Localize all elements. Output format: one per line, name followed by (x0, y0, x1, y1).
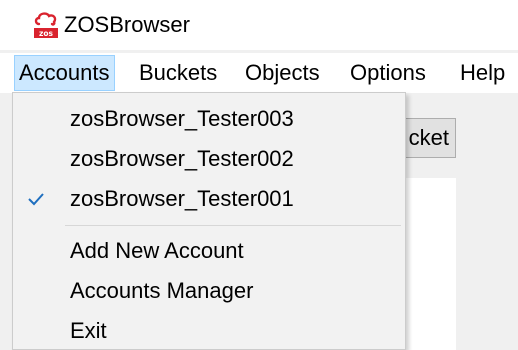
menu-help[interactable]: Help (456, 55, 509, 91)
exit-item[interactable]: Exit (13, 311, 405, 350)
window-title: ZOSBrowser (64, 12, 190, 37)
menu-objects[interactable]: Objects (241, 55, 324, 91)
menu-item-label: Exit (70, 318, 107, 343)
accounts-manager-item[interactable]: Accounts Manager (13, 271, 405, 311)
menu-item-label: Accounts Manager (70, 278, 254, 303)
accounts-dropdown: zosBrowser_Tester003 zosBrowser_Tester00… (12, 92, 406, 350)
account-item-tester001[interactable]: zosBrowser_Tester001 (13, 179, 405, 219)
zos-logo-icon: zos (34, 12, 58, 38)
checkmark-icon (28, 193, 44, 206)
account-item-tester003[interactable]: zosBrowser_Tester003 (13, 99, 405, 139)
account-label: zosBrowser_Tester003 (70, 106, 294, 131)
menu-buckets[interactable]: Buckets (135, 55, 221, 91)
account-item-tester002[interactable]: zosBrowser_Tester002 (13, 139, 405, 179)
menu-accounts[interactable]: Accounts (14, 55, 115, 91)
menu-bar: Accounts Buckets Objects Options Help (0, 53, 518, 93)
title-bar: zos ZOSBrowser (0, 0, 518, 50)
menu-separator (65, 225, 401, 226)
add-new-account-item[interactable]: Add New Account (13, 231, 405, 271)
menu-options[interactable]: Options (346, 55, 430, 91)
menu-item-label: Add New Account (70, 238, 244, 263)
app-window: zos ZOSBrowser Accounts Buckets Objects … (0, 0, 518, 350)
svg-text:zos: zos (39, 29, 54, 38)
account-label: zosBrowser_Tester002 (70, 146, 294, 171)
account-label: zosBrowser_Tester001 (70, 186, 294, 211)
